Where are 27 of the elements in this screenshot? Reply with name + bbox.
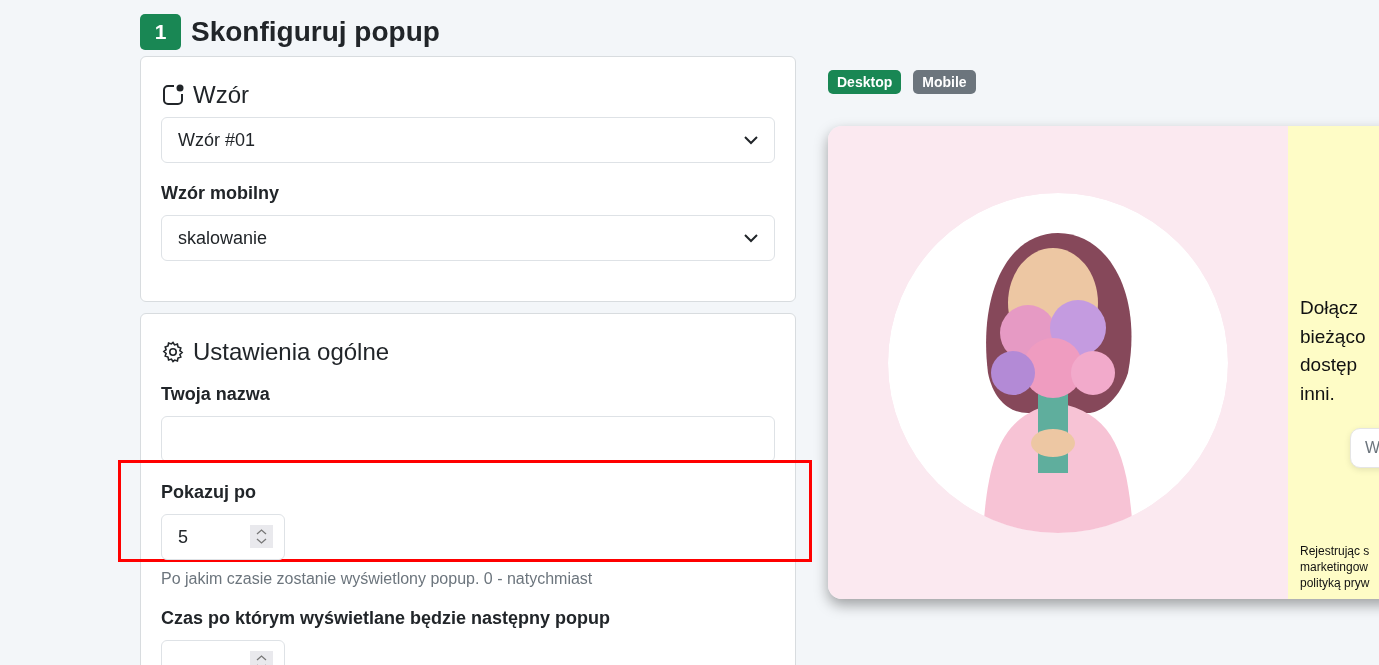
mobile-template-select[interactable]: skalowanie [161, 215, 775, 261]
chevron-down-icon [744, 135, 758, 145]
field-label: Czas po którym wyświetlane będzie następny popup [161, 608, 612, 629]
spinner-arrows-icon[interactable] [250, 525, 273, 548]
preview-tab[interactable]: Mobile [913, 70, 976, 94]
number-input[interactable]: 5 [161, 514, 285, 560]
popup-text-line: bieżąco [1300, 324, 1367, 349]
consent-text-line: polityką pryw [1300, 575, 1371, 591]
step-number: 1 [140, 14, 181, 50]
field-label: Pokazuj po [161, 482, 257, 503]
chevron-down-icon [744, 233, 758, 243]
name-input[interactable] [161, 416, 775, 462]
template-select[interactable]: Wzór #01 [161, 117, 775, 163]
field-label: Twoja nazwa [161, 384, 271, 405]
card-title: Ustawienia ogólne [193, 338, 390, 366]
square-with-dot-icon [161, 83, 185, 107]
section-title: Skonfiguruj popup [191, 16, 440, 48]
card-title: Wzór [193, 81, 249, 109]
settings-icon [161, 340, 185, 364]
popup-text-line: inni. [1300, 381, 1336, 406]
preview-tab[interactable]: Desktop [828, 70, 902, 94]
consent-text-line: marketingow [1300, 559, 1370, 575]
field-label: Wzór mobilny [161, 183, 280, 204]
popup-text-line: Dołącz [1300, 296, 1360, 320]
help-text: Po jakim czasie zostanie wyświetlony popup. 0 - natychmiast [161, 570, 594, 588]
consent-text-line: Rejestrując s [1300, 543, 1371, 559]
popup-text-line: dostęp [1300, 353, 1359, 377]
